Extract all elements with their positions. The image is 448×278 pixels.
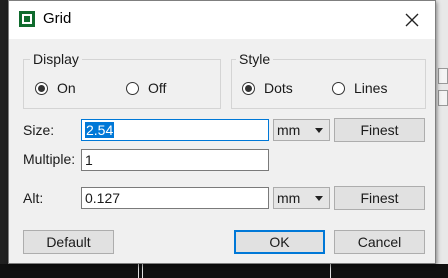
style-dots-label: Dots	[264, 80, 293, 96]
close-icon	[405, 13, 419, 27]
display-on-label: On	[57, 80, 76, 96]
alt-unit-value: mm	[277, 190, 301, 206]
background-canvas-strip	[0, 264, 448, 278]
background-line	[330, 264, 331, 278]
size-unit-select[interactable]: mm	[273, 119, 330, 141]
multiple-label: Multiple:	[23, 151, 76, 167]
grid-app-icon	[19, 11, 35, 27]
alt-label: Alt:	[23, 190, 44, 206]
alt-input[interactable]: 0.127	[81, 187, 269, 209]
style-dots-radio[interactable]: Dots	[242, 80, 293, 96]
ok-button[interactable]: OK	[234, 230, 325, 254]
alt-finest-button[interactable]: Finest	[334, 186, 425, 210]
size-value: 2.54	[85, 122, 115, 138]
radio-indicator	[35, 81, 48, 95]
size-label: Size:	[23, 122, 55, 138]
display-group-label: Display	[30, 51, 82, 67]
style-lines-label: Lines	[354, 80, 388, 96]
radio-indicator	[126, 81, 139, 95]
background-line	[138, 264, 139, 278]
close-button[interactable]	[389, 1, 435, 39]
radio-indicator	[242, 81, 255, 95]
background-panel	[436, 0, 448, 278]
multiple-input[interactable]: 1	[81, 149, 269, 171]
style-lines-radio[interactable]: Lines	[332, 80, 387, 96]
size-unit-value: mm	[277, 122, 301, 138]
default-button[interactable]: Default	[23, 230, 114, 254]
title-bar: Grid	[9, 1, 435, 39]
grid-dialog: Grid Display On Off Style Dots Lines Siz…	[8, 0, 436, 264]
size-input[interactable]: 2.54	[81, 119, 269, 141]
display-on-radio[interactable]: On	[35, 80, 76, 96]
display-off-radio[interactable]: Off	[126, 80, 166, 96]
size-finest-button[interactable]: Finest	[334, 118, 425, 142]
alt-unit-select[interactable]: mm	[273, 187, 330, 209]
style-group-label: Style	[236, 51, 274, 67]
background-line	[142, 264, 143, 278]
display-off-label: Off	[148, 80, 167, 96]
chevron-down-icon	[315, 196, 323, 201]
cancel-button[interactable]: Cancel	[334, 230, 425, 254]
background-tab	[438, 68, 448, 84]
radio-indicator	[332, 81, 345, 95]
dialog-title: Grid	[43, 10, 72, 27]
chevron-down-icon	[315, 128, 323, 133]
background-tab	[438, 90, 448, 106]
